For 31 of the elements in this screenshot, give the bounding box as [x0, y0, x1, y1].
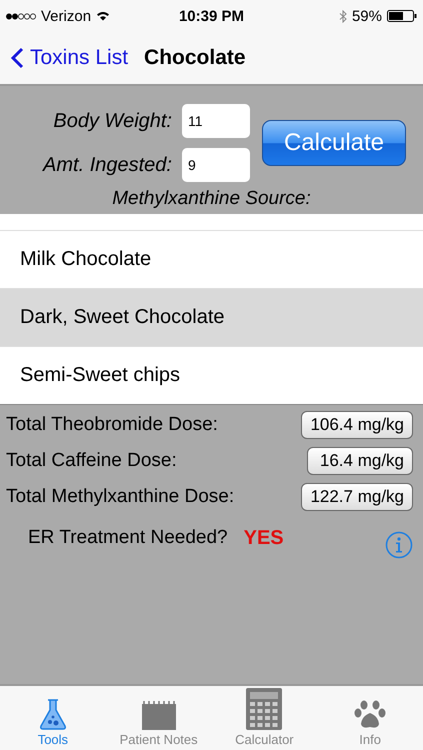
er-label: ER Treatment Needed?: [28, 527, 228, 549]
wifi-icon: [96, 11, 110, 21]
result-value: 16.4 mg/kg: [307, 447, 413, 475]
nav-title: Chocolate: [144, 46, 246, 70]
notepad-icon: [140, 700, 177, 730]
battery-icon: [386, 10, 417, 22]
field-label: Body Weight:: [53, 110, 172, 132]
result-label: Total Caffeine Dose:: [6, 450, 177, 472]
chevron-left-icon: [10, 47, 24, 69]
status-time: 10:39 PM: [178, 8, 244, 24]
back-button[interactable]: Toxins List: [10, 46, 128, 70]
bluetooth-icon: [338, 10, 347, 22]
result-value: 122.7 mg/kg: [301, 483, 413, 511]
calculate-button[interactable]: Calculate: [262, 120, 406, 166]
paw-icon: [354, 700, 386, 730]
flask-icon: [38, 698, 68, 730]
tab-item[interactable]: Tools: [0, 686, 106, 750]
result-value: 106.4 mg/kg: [301, 411, 413, 439]
signal-icon: [6, 12, 36, 20]
input-field[interactable]: 11: [182, 104, 250, 138]
calculator-icon: [246, 688, 282, 730]
source-label: Methylxanthine Source:: [112, 188, 311, 210]
result-label: Total Methylxanthine Dose:: [6, 486, 234, 508]
result-label: Total Theobromide Dose:: [6, 414, 218, 436]
carrier-name: Verizon: [41, 8, 92, 24]
input-field[interactable]: 9: [182, 148, 250, 182]
source-item[interactable]: Dark, Sweet Chocolate: [0, 288, 423, 346]
er-result: YES: [244, 526, 284, 550]
info-icon[interactable]: [385, 531, 413, 559]
battery-percent: 59%: [352, 8, 382, 24]
field-label: Amt. Ingested:: [43, 154, 172, 176]
